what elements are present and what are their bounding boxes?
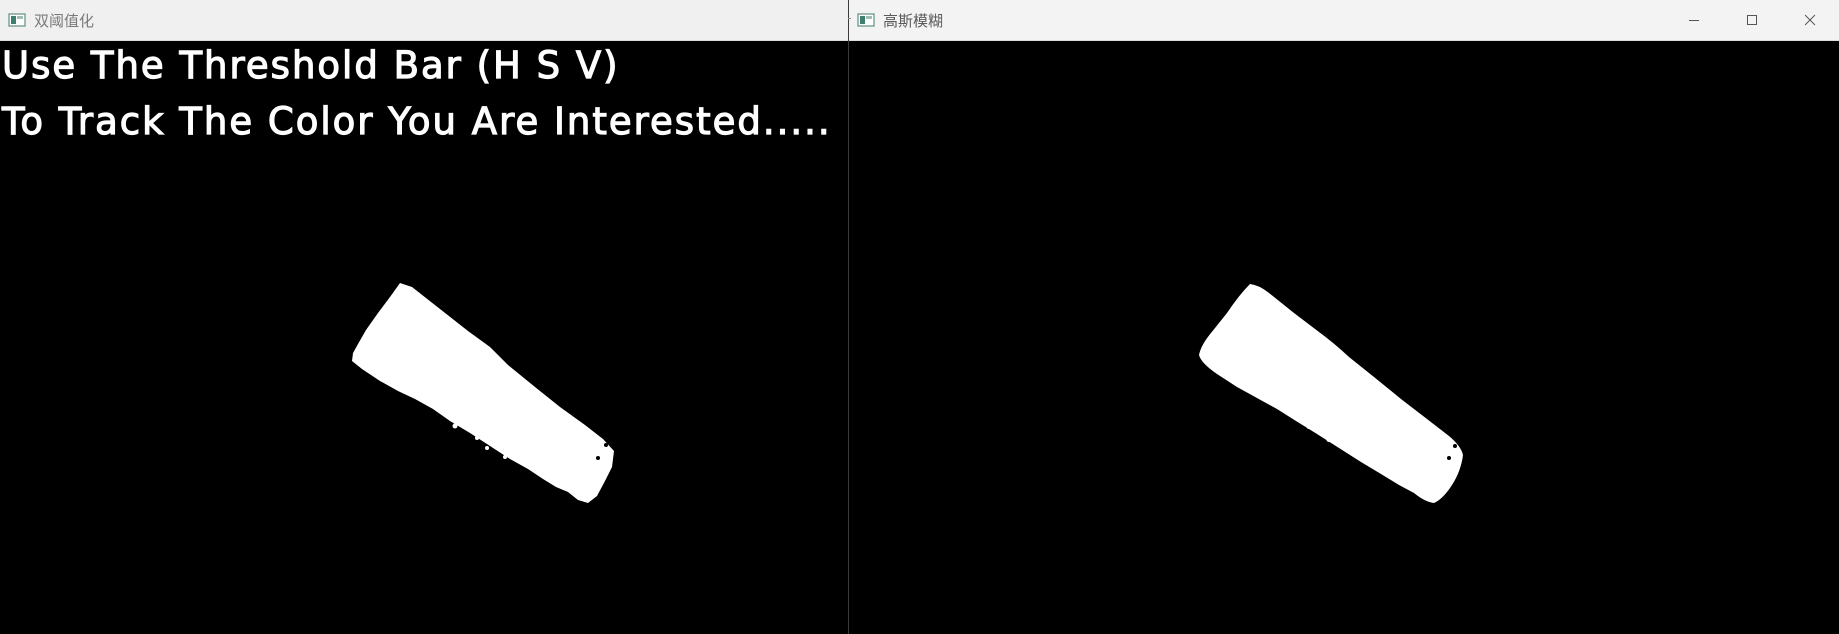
gaussian-blur-window-title: 高斯模糊 bbox=[883, 11, 944, 30]
opencv-window-icon bbox=[857, 11, 875, 29]
minimize-button[interactable] bbox=[1665, 0, 1723, 40]
window-edge-marker bbox=[848, 18, 851, 19]
threshold-mask-image: Use The Threshold Bar (H S V) To Track T… bbox=[0, 41, 848, 634]
threshold-window-title: 双阈值化 bbox=[34, 11, 95, 30]
opencv-window-icon bbox=[8, 11, 26, 29]
gaussian-blur-image bbox=[849, 41, 1839, 634]
blurred-mask-blob bbox=[1199, 284, 1463, 503]
threshold-mask-blob bbox=[352, 283, 614, 503]
threshold-window-titlebar[interactable]: 双阈值化 bbox=[0, 0, 848, 41]
window-controls bbox=[1665, 0, 1839, 40]
threshold-window: 双阈值化 Use The Threshold Bar (H S V) To Tr… bbox=[0, 0, 849, 634]
gaussian-blur-window-titlebar[interactable]: 高斯模糊 bbox=[849, 0, 1839, 41]
gaussian-blur-window: 高斯模糊 bbox=[849, 0, 1839, 634]
maximize-icon bbox=[1747, 15, 1757, 25]
desktop: 双阈值化 Use The Threshold Bar (H S V) To Tr… bbox=[0, 0, 1839, 634]
close-icon bbox=[1804, 14, 1816, 26]
close-button[interactable] bbox=[1781, 0, 1839, 40]
maximize-button[interactable] bbox=[1723, 0, 1781, 40]
minimize-icon bbox=[1689, 20, 1699, 21]
